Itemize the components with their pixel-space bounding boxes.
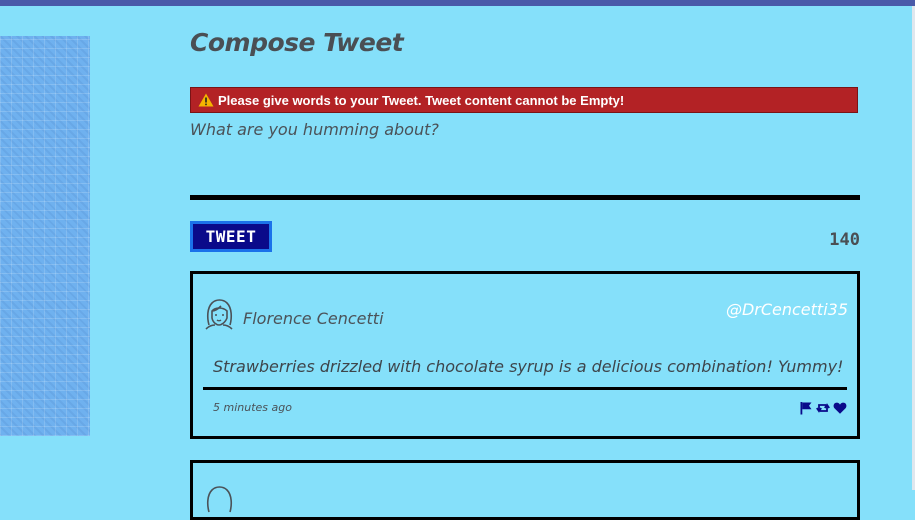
tweet-card [190,460,860,520]
tweet-actions [799,401,847,415]
character-counter: 140 [829,230,860,250]
flag-icon[interactable] [799,401,813,415]
warning-icon [198,93,214,107]
top-bar [0,0,915,6]
retweet-icon[interactable] [816,401,830,415]
heart-icon[interactable] [833,401,847,415]
avatar-icon [205,299,233,330]
error-message: Please give words to your Tweet. Tweet c… [218,92,625,108]
page-title: Compose Tweet [190,28,404,57]
divider [190,195,860,200]
tweet-button[interactable]: TWEET [190,221,272,252]
author-name: Florence Cencetti [243,309,384,328]
tweet-input[interactable] [190,120,860,192]
tweet-text: Strawberries drizzled with chocolate syr… [213,357,844,376]
divider [203,387,847,390]
side-panel [0,36,90,436]
author-handle: @DrCencetti35 [725,300,848,319]
error-banner: Please give words to your Tweet. Tweet c… [190,87,858,113]
tweet-card: Florence Cencetti @DrCencetti35 Strawber… [190,271,860,439]
timestamp: 5 minutes ago [213,401,292,414]
